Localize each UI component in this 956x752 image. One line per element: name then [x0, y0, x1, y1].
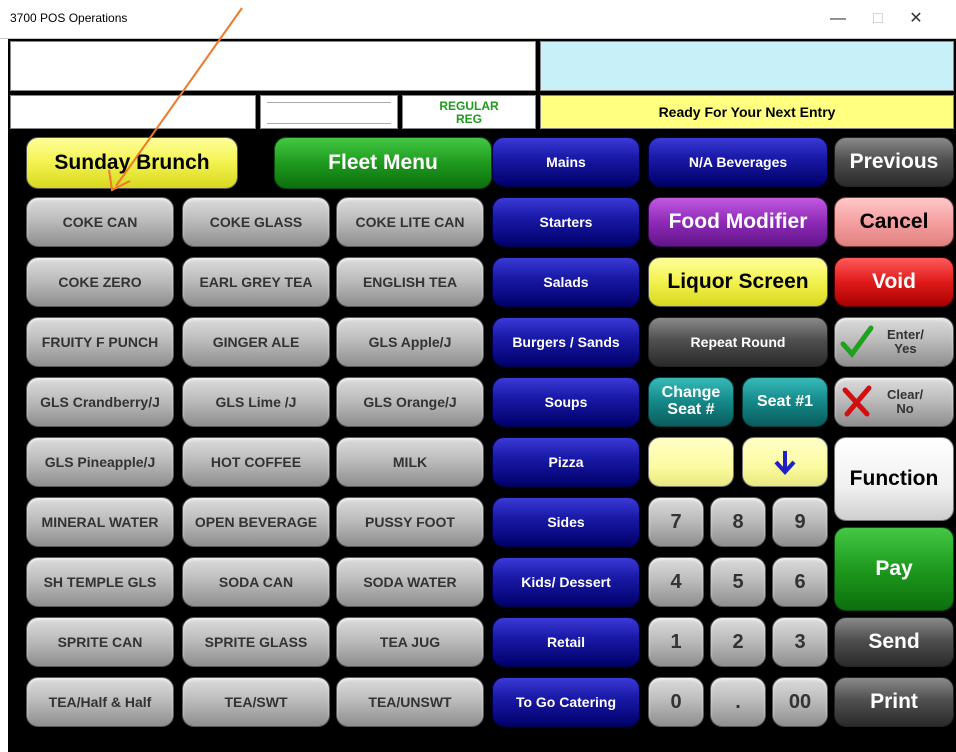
keypad-key[interactable]: 5: [710, 557, 766, 607]
x-mark-icon: [842, 385, 872, 417]
info-display: [540, 41, 954, 91]
change-seat-line2: Seat #: [667, 401, 715, 418]
menu-item-button[interactable]: MINERAL WATER: [26, 497, 174, 547]
fleet-menu-button[interactable]: Fleet Menu: [274, 137, 492, 189]
scroll-down-button[interactable]: [742, 437, 828, 487]
keypad-key[interactable]: 8: [710, 497, 766, 547]
liquor-screen-button[interactable]: Liquor Screen: [648, 257, 828, 307]
function-button[interactable]: Function: [834, 437, 954, 521]
menu-item-button[interactable]: GLS Orange/J: [336, 377, 484, 427]
down-arrow-icon: [774, 451, 796, 475]
category-button[interactable]: Retail: [492, 617, 640, 667]
category-button[interactable]: Burgers / Sands: [492, 317, 640, 367]
checkmark-icon: [840, 325, 874, 358]
menu-item-button[interactable]: COKE GLASS: [182, 197, 330, 247]
pos-app: REGULAR REG Ready For Your Next Entry Su…: [8, 39, 956, 752]
close-button[interactable]: ✕: [896, 6, 936, 32]
clear-no-button[interactable]: Clear/ No: [834, 377, 954, 427]
field-separator-panel: [260, 95, 398, 129]
keypad-key[interactable]: 00: [772, 677, 828, 727]
window-title: 3700 POS Operations: [10, 11, 128, 25]
print-button[interactable]: Print: [834, 677, 954, 727]
keypad-key[interactable]: 7: [648, 497, 704, 547]
keypad-key[interactable]: 0: [648, 677, 704, 727]
keypad-key[interactable]: 3: [772, 617, 828, 667]
maximize-button[interactable]: □: [858, 6, 898, 32]
na-beverages-button[interactable]: N/A Beverages: [648, 137, 828, 187]
menu-item-button[interactable]: OPEN BEVERAGE: [182, 497, 330, 547]
category-button[interactable]: Pizza: [492, 437, 640, 487]
clear-line1: Clear/: [887, 387, 924, 403]
cancel-button[interactable]: Cancel: [834, 197, 954, 247]
menu-item-button[interactable]: PUSSY FOOT: [336, 497, 484, 547]
repeat-round-button[interactable]: Repeat Round: [648, 317, 828, 367]
menu-item-button[interactable]: FRUITY F PUNCH: [26, 317, 174, 367]
category-button[interactable]: Kids/ Dessert: [492, 557, 640, 607]
pay-button[interactable]: Pay: [834, 527, 954, 611]
menu-item-button[interactable]: TEA JUG: [336, 617, 484, 667]
minimize-button[interactable]: —: [818, 6, 858, 32]
keypad-key[interactable]: 1: [648, 617, 704, 667]
menu-item-button[interactable]: COKE ZERO: [26, 257, 174, 307]
keypad-key[interactable]: 9: [772, 497, 828, 547]
menu-item-button[interactable]: GLS Pineapple/J: [26, 437, 174, 487]
previous-button[interactable]: Previous: [834, 137, 954, 187]
blank-yellow-button[interactable]: [648, 437, 734, 487]
category-button[interactable]: To Go Catering: [492, 677, 640, 727]
category-button[interactable]: Starters: [492, 197, 640, 247]
food-modifier-button[interactable]: Food Modifier: [648, 197, 828, 247]
menu-item-button[interactable]: TEA/Half & Half: [26, 677, 174, 727]
change-seat-line1: Change: [661, 384, 721, 402]
menu-item-button[interactable]: COKE LITE CAN: [336, 197, 484, 247]
check-detail-display: [10, 41, 536, 91]
menu-item-button[interactable]: SPRITE CAN: [26, 617, 174, 667]
keypad-key[interactable]: 6: [772, 557, 828, 607]
clear-line2: No: [896, 401, 914, 416]
keypad-key[interactable]: .: [710, 677, 766, 727]
window-titlebar: 3700 POS Operations — □ ✕: [0, 0, 956, 39]
order-type-indicator: REGULAR REG: [402, 95, 536, 129]
category-button[interactable]: Mains: [492, 137, 640, 187]
keypad-key[interactable]: 2: [710, 617, 766, 667]
change-seat-button[interactable]: Change Seat #: [648, 377, 734, 427]
menu-item-button[interactable]: TEA/SWT: [182, 677, 330, 727]
menu-item-button[interactable]: EARL GREY TEA: [182, 257, 330, 307]
menu-item-button[interactable]: HOT COFFEE: [182, 437, 330, 487]
menu-item-button[interactable]: GLS Crandberry/J: [26, 377, 174, 427]
seat-1-button[interactable]: Seat #1: [742, 377, 828, 427]
sunday-brunch-button[interactable]: Sunday Brunch: [26, 137, 238, 189]
enter-line2: Yes: [894, 341, 917, 356]
menu-item-button[interactable]: SH TEMPLE GLS: [26, 557, 174, 607]
send-button[interactable]: Send: [834, 617, 954, 667]
menu-item-button[interactable]: GLS Apple/J: [336, 317, 484, 367]
menu-item-button[interactable]: SODA WATER: [336, 557, 484, 607]
category-button[interactable]: Salads: [492, 257, 640, 307]
entry-field: [10, 95, 256, 129]
status-message: Ready For Your Next Entry: [658, 104, 836, 120]
category-button[interactable]: Sides: [492, 497, 640, 547]
enter-line1: Enter/: [887, 327, 924, 343]
menu-item-button[interactable]: TEA/UNSWT: [336, 677, 484, 727]
status-bar: Ready For Your Next Entry: [540, 95, 954, 129]
void-button[interactable]: Void: [834, 257, 954, 307]
category-button[interactable]: Soups: [492, 377, 640, 427]
menu-item-button[interactable]: ENGLISH TEA: [336, 257, 484, 307]
menu-item-button[interactable]: SPRITE GLASS: [182, 617, 330, 667]
menu-item-button[interactable]: SODA CAN: [182, 557, 330, 607]
menu-item-button[interactable]: COKE CAN: [26, 197, 174, 247]
menu-item-button[interactable]: GINGER ALE: [182, 317, 330, 367]
keypad-key[interactable]: 4: [648, 557, 704, 607]
menu-item-button[interactable]: MILK: [336, 437, 484, 487]
menu-item-button[interactable]: GLS Lime /J: [182, 377, 330, 427]
enter-yes-button[interactable]: Enter/ Yes: [834, 317, 954, 367]
order-type-line2: REG: [455, 112, 482, 126]
